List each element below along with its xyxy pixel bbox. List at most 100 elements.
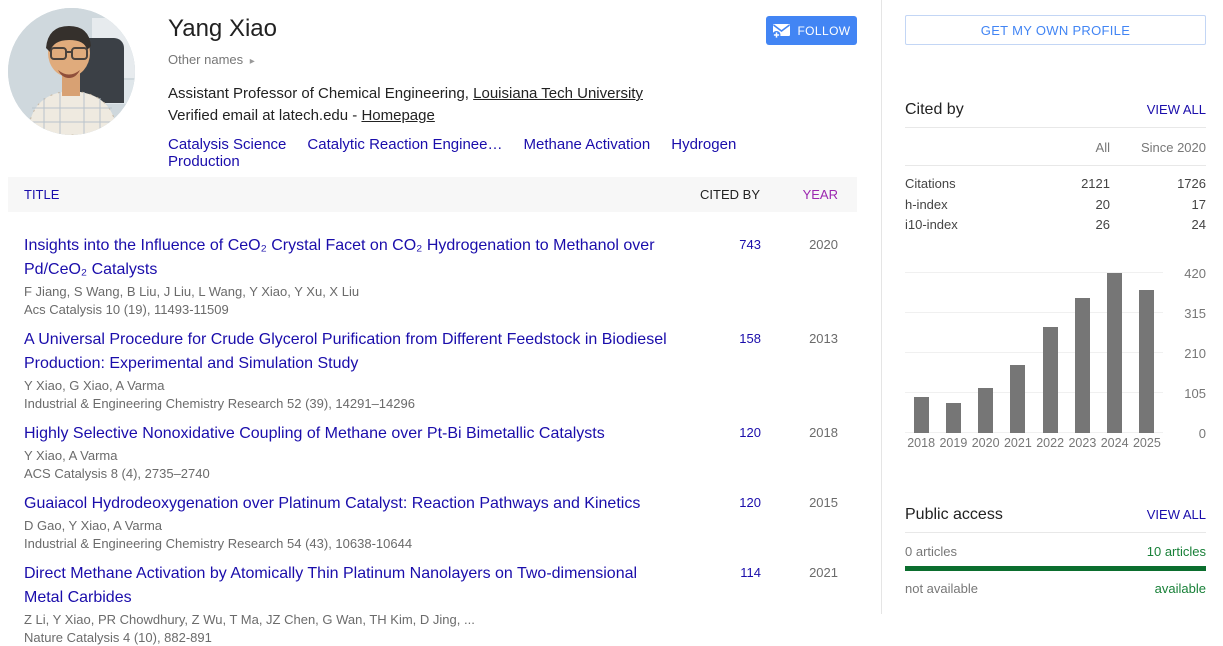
interest-tag[interactable]: Methane Activation bbox=[524, 136, 651, 153]
citations-bar-2019[interactable] bbox=[945, 403, 961, 433]
publication-venue: Nature Catalysis 4 (10), 882-891 bbox=[24, 630, 212, 645]
publication-row: Guaiacol Hydrodeoxygenation over Platinu… bbox=[8, 482, 857, 552]
publications-list: Insights into the Influence of CeO₂ Crys… bbox=[8, 224, 857, 646]
cited-by-section-header: Cited by VIEW ALL bbox=[905, 101, 1206, 119]
interest-tag[interactable]: Catalytic Reaction Enginee… bbox=[307, 136, 502, 153]
publication-title-link[interactable]: A Universal Procedure for Crude Glycerol… bbox=[24, 328, 667, 376]
stats-rows: Citations 2121 1726 h-index 20 17 i10-in… bbox=[905, 176, 1206, 238]
publication-year: 2021 bbox=[809, 565, 838, 580]
x-axis-tick-label: 2020 bbox=[971, 436, 1000, 450]
verified-email: Verified email at latech.edu - Homepage bbox=[168, 106, 768, 126]
citations-chart bbox=[905, 263, 1163, 433]
chart-bars bbox=[905, 263, 1163, 433]
chart-x-axis-labels: 2018 2019 2020 2021 2022 2023 2024 2025 bbox=[905, 436, 1163, 450]
y-axis-tick-label: 315 bbox=[1184, 306, 1206, 321]
get-my-own-profile-button[interactable]: GET MY OWN PROFILE bbox=[905, 15, 1206, 45]
citations-bar-2023[interactable] bbox=[1074, 298, 1090, 433]
divider bbox=[905, 165, 1206, 166]
profile-photo-image bbox=[8, 8, 135, 135]
stat-value-since[interactable]: 24 bbox=[1110, 217, 1206, 238]
cited-by-count[interactable]: 114 bbox=[691, 565, 761, 580]
cited-by-count[interactable]: 120 bbox=[691, 495, 761, 510]
y-axis-tick-label: 210 bbox=[1184, 346, 1206, 361]
citations-bar-2025[interactable] bbox=[1139, 289, 1155, 433]
stat-value-all[interactable]: 2121 bbox=[1030, 176, 1110, 197]
bar-column bbox=[1099, 273, 1131, 433]
publications-header: TITLE CITED BY YEAR bbox=[8, 177, 857, 212]
x-axis-tick-label: 2024 bbox=[1100, 436, 1129, 450]
other-names-label: Other names bbox=[168, 52, 244, 67]
stat-value-since[interactable]: 17 bbox=[1110, 197, 1206, 218]
vertical-divider bbox=[881, 0, 882, 614]
bar-column bbox=[1066, 298, 1098, 433]
publication-title-link[interactable]: Direct Methane Activation by Atomically … bbox=[24, 562, 667, 610]
stat-value-all[interactable]: 20 bbox=[1030, 197, 1110, 218]
bar-column bbox=[937, 403, 969, 433]
publication-row: A Universal Procedure for Crude Glycerol… bbox=[8, 318, 857, 412]
sort-by-title[interactable]: TITLE bbox=[8, 187, 665, 202]
publication-row: Highly Selective Nonoxidative Coupling o… bbox=[8, 412, 857, 482]
interest-tag[interactable]: Catalysis Science bbox=[168, 136, 286, 153]
bar-column bbox=[905, 396, 937, 433]
available-label: available bbox=[1154, 581, 1206, 596]
stats-col-all: All bbox=[1095, 140, 1110, 155]
x-axis-tick-label: 2021 bbox=[1003, 436, 1032, 450]
not-available-label: not available bbox=[905, 581, 978, 596]
affiliation-link[interactable]: Louisiana Tech University bbox=[473, 85, 643, 102]
stat-value-since[interactable]: 1726 bbox=[1110, 176, 1206, 197]
publication-authors: D Gao, Y Xiao, A Varma bbox=[24, 518, 163, 533]
publication-year: 2018 bbox=[809, 425, 838, 440]
public-access-counts: 0 articles 10 articles bbox=[905, 544, 1206, 559]
bar-column bbox=[1034, 327, 1066, 433]
bar-column bbox=[1131, 289, 1163, 433]
public-access-section-header: Public access VIEW ALL bbox=[905, 506, 1206, 524]
citations-bar-2018[interactable] bbox=[913, 396, 929, 433]
sort-by-year[interactable]: YEAR bbox=[780, 187, 838, 202]
publication-venue: ACS Catalysis 8 (4), 2735–2740 bbox=[24, 466, 210, 481]
email-plus-icon bbox=[772, 23, 791, 39]
bar-column bbox=[970, 388, 1002, 433]
y-axis-tick-label: 420 bbox=[1184, 266, 1206, 281]
page-title: Yang Xiao bbox=[168, 15, 277, 42]
citations-bar-2021[interactable] bbox=[1010, 365, 1026, 433]
publication-authors: Y Xiao, A Varma bbox=[24, 448, 118, 463]
follow-label: FOLLOW bbox=[797, 23, 851, 38]
publication-year: 2020 bbox=[809, 237, 838, 252]
cited-by-view-all-link[interactable]: VIEW ALL bbox=[1147, 102, 1206, 117]
stat-value-all[interactable]: 26 bbox=[1030, 217, 1110, 238]
available-count-link[interactable]: 10 articles bbox=[1147, 544, 1206, 559]
stat-row: Citations 2121 1726 bbox=[905, 176, 1206, 197]
publication-authors: Z Li, Y Xiao, PR Chowdhury, Z Wu, T Ma, … bbox=[24, 612, 475, 627]
homepage-link[interactable]: Homepage bbox=[361, 107, 434, 124]
publication-title-link[interactable]: Guaiacol Hydrodeoxygenation over Platinu… bbox=[24, 492, 667, 516]
follow-button[interactable]: FOLLOW bbox=[766, 16, 857, 45]
y-axis-tick-label: 0 bbox=[1198, 426, 1206, 441]
other-names-toggle[interactable]: Other names ▸ bbox=[168, 52, 768, 67]
cited-by-count[interactable]: 120 bbox=[691, 425, 761, 440]
public-access-labels: not available available bbox=[905, 581, 1206, 596]
public-access-title: Public access bbox=[905, 506, 1003, 523]
publication-year: 2013 bbox=[809, 331, 838, 346]
interests: Catalysis Science Catalytic Reaction Engi… bbox=[168, 136, 768, 170]
cited-by-count[interactable]: 158 bbox=[691, 331, 761, 346]
publication-row: Direct Methane Activation by Atomically … bbox=[8, 552, 857, 646]
stat-row: i10-index 26 24 bbox=[905, 217, 1206, 238]
divider bbox=[905, 532, 1206, 533]
publication-title-link[interactable]: Highly Selective Nonoxidative Coupling o… bbox=[24, 422, 667, 446]
not-available-count: 0 articles bbox=[905, 544, 958, 559]
publication-authors: Y Xiao, G Xiao, A Varma bbox=[24, 378, 165, 393]
publication-title-link[interactable]: Insights into the Influence of CeO₂ Crys… bbox=[24, 234, 667, 282]
cited-by-title: Cited by bbox=[905, 101, 964, 118]
sort-by-cited[interactable]: CITED BY bbox=[665, 187, 760, 202]
cited-by-count[interactable]: 743 bbox=[691, 237, 761, 252]
citations-bar-2022[interactable] bbox=[1042, 327, 1058, 433]
citations-bar-2024[interactable] bbox=[1107, 273, 1123, 433]
citations-bar-2020[interactable] bbox=[978, 388, 994, 433]
publication-authors: F Jiang, S Wang, B Liu, J Liu, L Wang, Y… bbox=[24, 284, 360, 299]
publication-venue: Acs Catalysis 10 (19), 11493-11509 bbox=[24, 302, 229, 317]
stat-label: h-index bbox=[905, 196, 948, 212]
profile-photo bbox=[8, 8, 135, 135]
public-access-view-all-link[interactable]: VIEW ALL bbox=[1147, 507, 1206, 522]
x-axis-tick-label: 2023 bbox=[1068, 436, 1097, 450]
affiliation: Assistant Professor of Chemical Engineer… bbox=[168, 84, 768, 104]
